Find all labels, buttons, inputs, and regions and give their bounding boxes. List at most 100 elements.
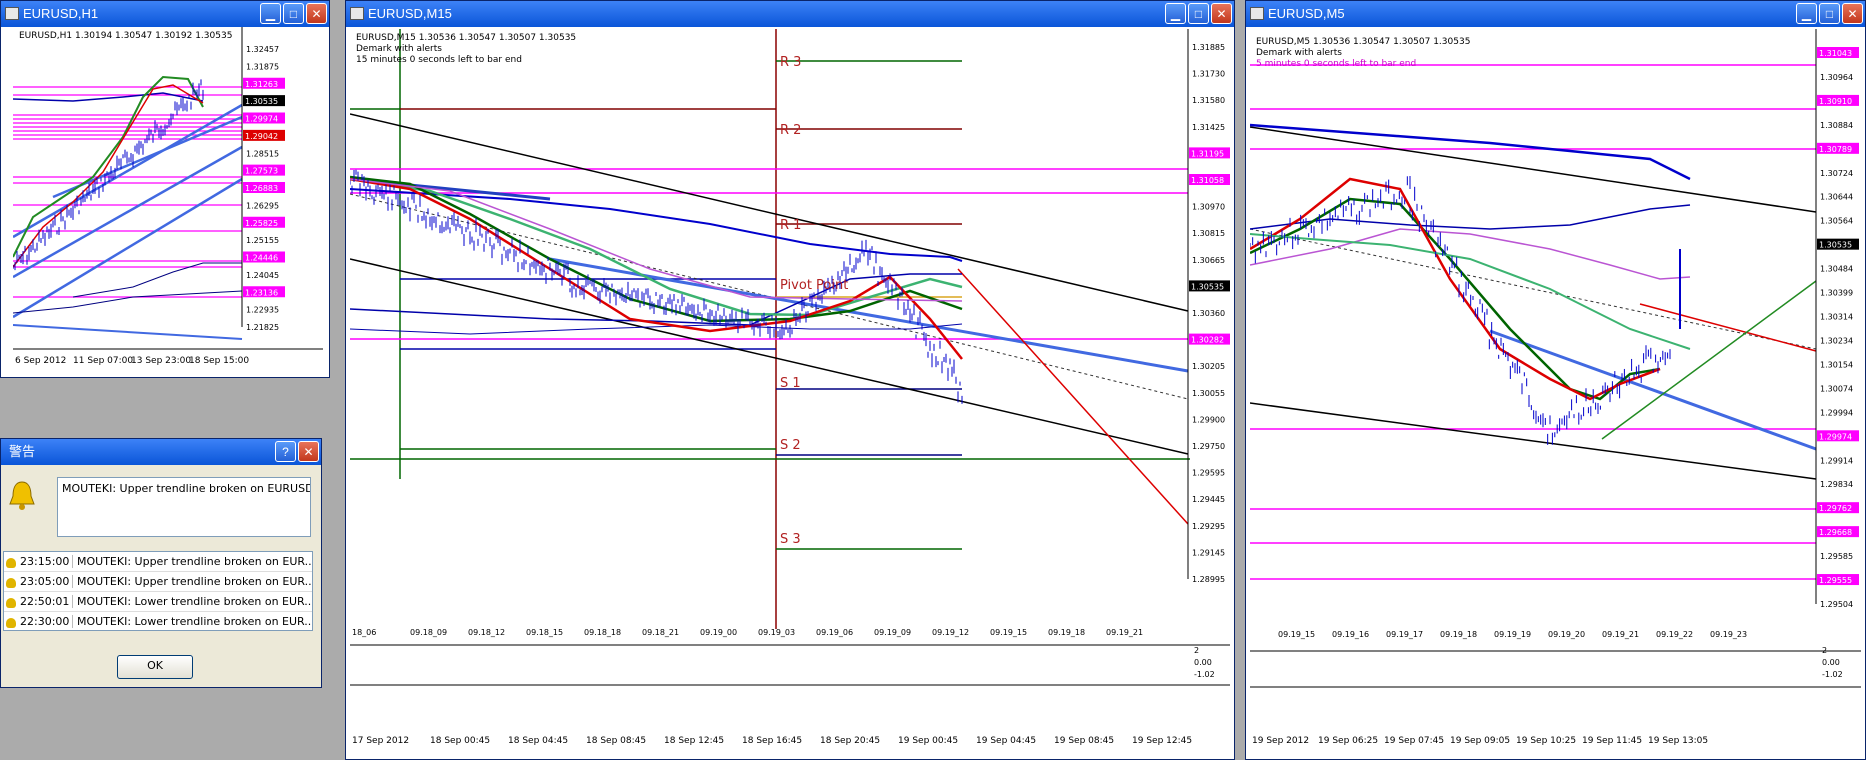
- oscillator-tick-label: 09.19_12: [932, 628, 969, 637]
- price-chart[interactable]: 1.32457 1.31875 1.31263 1.30535 1.29974 1.290…: [13, 27, 323, 373]
- price-label: 1.30564: [1820, 217, 1853, 226]
- close-button[interactable]: ✕: [1211, 3, 1232, 24]
- alert-message: MOUTEKI: Upper trendline broken on EURUS…: [57, 477, 311, 537]
- pivot-label: R 2: [780, 123, 801, 138]
- price-label: 1.28995: [1192, 575, 1225, 584]
- alert-row[interactable]: 22:30:00 MOUTEKI: Lower trendline broken …: [4, 612, 312, 630]
- price-label: 1.21825: [246, 323, 279, 332]
- oscillator-tick-label: 09.19_18: [1048, 628, 1085, 637]
- time-label: 11 Sep 07:00: [73, 356, 133, 366]
- time-label: 19 Sep 04:45: [976, 736, 1036, 746]
- window-title: EURUSD,M5: [1268, 6, 1345, 21]
- price-label: 1.22935: [246, 306, 279, 315]
- trendline: [1639, 303, 1817, 352]
- chart-area[interactable]: EURUSD,H1 1.30194 1.30547 1.30192 1.3053…: [13, 27, 325, 373]
- ok-button[interactable]: OK: [117, 655, 193, 679]
- channel-lower-line: [350, 258, 1189, 455]
- alert-row[interactable]: 23:05:00 MOUTEKI: Upper trendline broken …: [4, 572, 312, 592]
- oscillator-scale-label: 2: [1822, 646, 1827, 655]
- plot-bg: [13, 27, 242, 351]
- window-eurusd-h1[interactable]: EURUSD,H1 ▁ □ ✕ EURUSD,H1 1.30194 1.3054…: [0, 0, 330, 378]
- oscillator-tick-label: 09.19_16: [1332, 630, 1369, 639]
- oscillator-tick-label: 09.19_18: [1440, 630, 1477, 639]
- price-label: 1.29295: [1192, 522, 1225, 531]
- close-button[interactable]: ✕: [306, 3, 327, 24]
- time-label: 19 Sep 08:45: [1054, 736, 1114, 746]
- window-titlebar[interactable]: EURUSD,M15 ▁ □ ✕: [346, 1, 1234, 27]
- oscillator-tick-label: 09.19_19: [1494, 630, 1531, 639]
- close-button[interactable]: ✕: [1842, 3, 1863, 24]
- price-label: 1.30234: [1820, 336, 1853, 345]
- oscillator-tick-label: 09.19_09: [874, 628, 911, 637]
- price-chart[interactable]: 1.31043 1.30964 1.30910 1.30884 1.30789 1.307…: [1250, 29, 1861, 755]
- price-label: 1.29900: [1192, 415, 1225, 424]
- oscillator-tick-label: 09.18_18: [584, 628, 621, 637]
- chart-window-icon: [5, 7, 19, 20]
- time-label: 6 Sep 2012: [15, 356, 66, 366]
- time-label: 18 Sep 16:45: [742, 736, 802, 746]
- price-label: 1.29668: [1819, 528, 1852, 537]
- price-label: 1.31195: [1191, 149, 1224, 158]
- help-button[interactable]: ?: [275, 441, 296, 462]
- time-label: 18 Sep 00:45: [430, 736, 490, 746]
- alert-list[interactable]: 23:15:00 MOUTEKI: Upper trendline broken …: [3, 551, 313, 631]
- alert-text: MOUTEKI: Lower trendline broken on EUR..…: [72, 595, 312, 608]
- moving-average-line: [350, 177, 963, 360]
- price-label: 1.29914: [1820, 456, 1853, 465]
- minimize-button[interactable]: ▁: [260, 3, 281, 24]
- chart-info-line-1: EURUSD,M5 1.30536 1.30547 1.30507 1.3053…: [1256, 37, 1471, 47]
- envelope-upper-line: [1250, 123, 1691, 181]
- price-label: 1.29834: [1820, 480, 1853, 489]
- alert-time: 22:50:01: [4, 595, 72, 608]
- alert-time: 23:05:00: [4, 575, 72, 588]
- price-label: 1.31263: [245, 80, 278, 89]
- pivot-label: S 2: [780, 438, 801, 453]
- price-label: 1.29445: [1192, 495, 1225, 504]
- maximize-button[interactable]: □: [283, 3, 304, 24]
- price-label: 1.32457: [246, 45, 279, 54]
- oscillator-tick-label: 09.19_21: [1602, 630, 1639, 639]
- alert-text: MOUTEKI: Lower trendline broken on EUR..…: [72, 615, 312, 628]
- window-eurusd-m5[interactable]: EURUSD,M5 ▁ □ ✕ EURUSD,M5 1.30536 1.3054…: [1245, 0, 1866, 760]
- price-label: 1.30910: [1819, 97, 1852, 106]
- maximize-button[interactable]: □: [1188, 3, 1209, 24]
- price-label: 1.30484: [1820, 265, 1853, 274]
- chart-area[interactable]: EURUSD,M15 1.30536 1.30547 1.30507 1.305…: [350, 29, 1230, 755]
- price-label: 1.29555: [1819, 576, 1852, 585]
- envelope-line: [350, 323, 963, 335]
- time-label: 19 Sep 11:45: [1582, 736, 1642, 746]
- chart-info-line-2: Demark with alerts: [356, 44, 442, 54]
- maximize-button[interactable]: □: [1819, 3, 1840, 24]
- price-label: 1.24446: [245, 254, 278, 263]
- chart-area[interactable]: EURUSD,M5 1.30536 1.30547 1.30507 1.3053…: [1250, 29, 1861, 755]
- alert-row[interactable]: 22:50:01 MOUTEKI: Lower trendline broken …: [4, 592, 312, 612]
- oscillator-tick-label: 09.19_21: [1106, 628, 1143, 637]
- pivot-label: R 1: [780, 218, 801, 233]
- time-label: 19 Sep 10:25: [1516, 736, 1576, 746]
- price-label: 1.31425: [1192, 123, 1225, 132]
- oscillator-scale-label: 2: [1194, 646, 1199, 655]
- price-label: 1.30970: [1192, 203, 1225, 212]
- window-eurusd-m15[interactable]: EURUSD,M15 ▁ □ ✕ EURUSD,M15 1.30536 1.30…: [345, 0, 1235, 760]
- close-button[interactable]: ✕: [298, 441, 319, 462]
- dialog-titlebar[interactable]: 警告 ? ✕: [1, 439, 321, 465]
- price-label: 1.30884: [1820, 121, 1853, 130]
- window-titlebar[interactable]: EURUSD,H1 ▁ □ ✕: [1, 1, 329, 27]
- pivot-label: S 3: [780, 532, 801, 547]
- price-chart[interactable]: R 3 R 2 R 1 Pivot Point S 1 S 2 S 3 1.31885 1.31…: [350, 29, 1230, 755]
- minimize-button[interactable]: ▁: [1165, 3, 1186, 24]
- bell-icon: [9, 481, 35, 510]
- time-label: 19 Sep 12:45: [1132, 736, 1192, 746]
- alert-dialog[interactable]: 警告 ? ✕ MOUTEKI: Upper trendline broken o…: [0, 438, 322, 688]
- price-label: 1.30205: [1192, 362, 1225, 371]
- pivot-label: S 1: [780, 376, 801, 391]
- price-label: 1.29042: [245, 132, 278, 141]
- oscillator-scale-label: -1.02: [1194, 670, 1215, 679]
- oscillator-tick-label: 09.19_03: [758, 628, 795, 637]
- channel-upper-line: [1250, 126, 1817, 213]
- pivot-label: Pivot Point: [780, 278, 848, 293]
- price-label: 1.30724: [1820, 169, 1853, 178]
- minimize-button[interactable]: ▁: [1796, 3, 1817, 24]
- alert-row[interactable]: 23:15:00 MOUTEKI: Upper trendline broken …: [4, 552, 312, 572]
- window-titlebar[interactable]: EURUSD,M5 ▁ □ ✕: [1246, 1, 1865, 27]
